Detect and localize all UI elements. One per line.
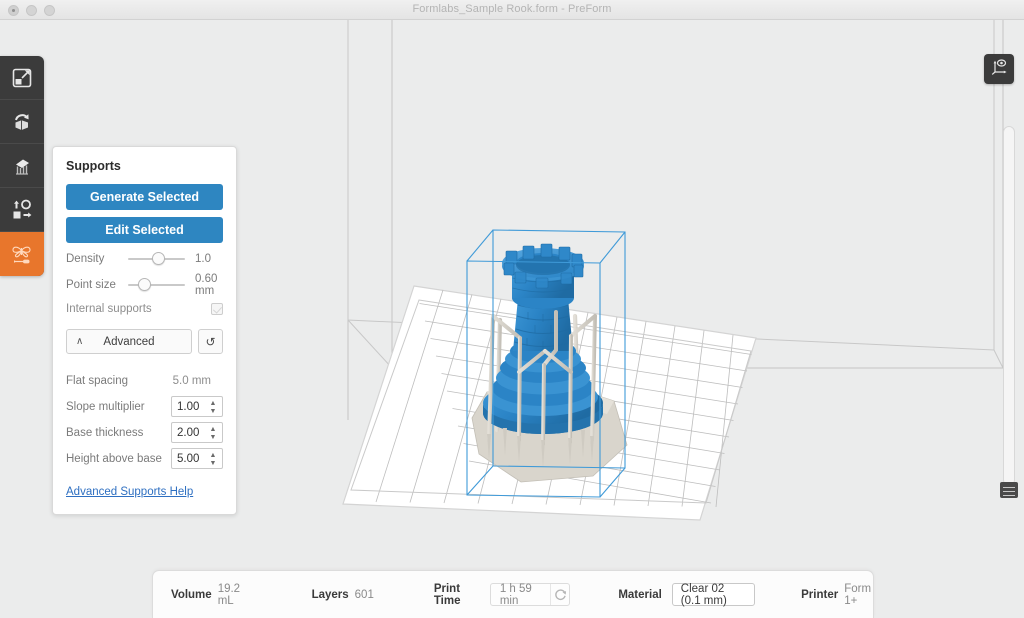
flat-spacing-value: 5.0 mm — [172, 374, 211, 387]
supports-tool-button[interactable] — [0, 144, 44, 188]
height-above-base-value[interactable]: 5.00 — [172, 453, 199, 465]
panel-title: Supports — [66, 159, 121, 173]
slope-multiplier-label: Slope multiplier — [66, 400, 145, 413]
density-row: Density 1.0 — [66, 249, 223, 269]
material-label: Material — [618, 588, 662, 601]
rotate-icon — [11, 111, 33, 133]
layers-item: Layers 601 — [312, 571, 374, 618]
chevron-up-icon[interactable]: ▲ — [208, 400, 218, 407]
layers-label: Layers — [311, 588, 349, 601]
density-slider[interactable] — [128, 252, 185, 266]
height-above-base-arrows[interactable]: ▲ ▼ — [208, 449, 218, 470]
slider-track[interactable] — [1003, 126, 1015, 486]
print-time-field[interactable]: 1 h 59 min — [489, 582, 571, 607]
slider-handle[interactable] — [1000, 482, 1018, 498]
advanced-row: ∧ Advanced ↺ — [66, 329, 223, 354]
height-above-base-stepper[interactable]: 5.00 ▲ ▼ — [171, 448, 223, 469]
advanced-supports-help-link[interactable]: Advanced Supports Help — [66, 486, 193, 498]
internal-supports-row: Internal supports — [66, 303, 223, 315]
flat-spacing-label: Flat spacing — [66, 374, 129, 387]
slope-multiplier-arrows[interactable]: ▲ ▼ — [208, 397, 218, 418]
reset-defaults-button[interactable]: ↺ — [198, 329, 223, 354]
base-thickness-value[interactable]: 2.00 — [172, 427, 199, 439]
chevron-down-icon[interactable]: ▼ — [208, 460, 218, 467]
view-orientation-gizmo[interactable] — [984, 54, 1014, 84]
print-time-item: Print Time 1 h 59 min — [433, 571, 571, 618]
printer-item: Printer Form 1+ — [801, 571, 873, 618]
material-select[interactable]: Clear 02 (0.1 mm) — [671, 582, 756, 607]
material-value: Clear 02 (0.1 mm) — [680, 582, 727, 607]
chevron-up-icon[interactable]: ▲ — [208, 452, 218, 459]
chevron-down-icon[interactable]: ▼ — [208, 408, 218, 415]
model-height-slider[interactable] — [1000, 126, 1018, 498]
left-toolbar — [0, 56, 44, 276]
preform-window: Formlabs_Sample Rook.form - PreForm Supp… — [0, 0, 1024, 618]
flat-spacing-row: Flat spacing 5.0 mm — [66, 368, 223, 393]
base-thickness-arrows[interactable]: ▲ ▼ — [208, 423, 218, 444]
chevron-up-icon[interactable]: ▲ — [208, 426, 218, 433]
volume-value: 19.2 mL — [217, 582, 241, 607]
advanced-toggle-button[interactable]: ∧ Advanced — [66, 329, 192, 354]
layout-icon — [11, 199, 33, 221]
print-time-label: Print Time — [433, 582, 461, 607]
slope-multiplier-stepper[interactable]: 1.00 ▲ ▼ — [171, 396, 223, 417]
volume-label: Volume — [171, 588, 212, 601]
scale-icon — [11, 67, 33, 89]
layout-tool-button[interactable] — [0, 188, 44, 232]
point-size-slider-track — [128, 284, 185, 286]
base-thickness-row: Base thickness 2.00 ▲ ▼ — [66, 420, 223, 445]
scale-tool-button[interactable] — [0, 56, 44, 100]
base-thickness-stepper[interactable]: 2.00 ▲ ▼ — [171, 422, 223, 443]
printer-label: Printer — [801, 588, 839, 601]
status-bar: Volume 19.2 mL Layers 601 Print Time 1 h… — [152, 570, 874, 618]
base-thickness-label: Base thickness — [66, 426, 144, 439]
volume-item: Volume 19.2 mL — [171, 571, 245, 618]
point-size-row: Point size 0.60 mm — [66, 273, 223, 297]
generate-selected-button[interactable]: Generate Selected — [66, 184, 223, 210]
material-item: Material Clear 02 (0.1 mm) — [618, 571, 756, 618]
slope-multiplier-row: Slope multiplier 1.00 ▲ ▼ — [66, 394, 223, 419]
printer-value: Form 1+ — [844, 582, 872, 607]
recalculate-icon[interactable] — [550, 584, 569, 605]
print-time-value: 1 h 59 min — [499, 582, 532, 607]
point-size-slider-handle[interactable] — [137, 278, 151, 291]
supports-panel: Supports Generate Selected Edit Selected… — [52, 146, 237, 515]
height-above-base-row: Height above base 5.00 ▲ ▼ — [66, 446, 223, 471]
orientation-tool-button[interactable] — [0, 100, 44, 144]
point-size-label: Point size — [66, 279, 116, 291]
density-slider-handle[interactable] — [152, 252, 166, 265]
edit-selected-button[interactable]: Edit Selected — [66, 217, 223, 243]
finishing-tool-button[interactable] — [0, 232, 44, 276]
layers-value: 601 — [354, 588, 374, 601]
slope-multiplier-value[interactable]: 1.00 — [172, 401, 199, 413]
density-label: Density — [66, 253, 105, 265]
advanced-fields: Flat spacing 5.0 mm Slope multiplier 1.0… — [66, 368, 223, 471]
density-value: 1.0 — [195, 253, 211, 265]
advanced-label: Advanced — [103, 335, 155, 348]
supports-icon — [11, 155, 33, 177]
axis-eye-icon — [990, 58, 1008, 81]
title-bar: Formlabs_Sample Rook.form - PreForm — [0, 0, 1024, 20]
point-size-slider[interactable] — [128, 278, 185, 292]
internal-supports-label: Internal supports — [66, 303, 152, 315]
butterfly-icon — [10, 242, 34, 266]
chevron-down-icon[interactable]: ▼ — [208, 434, 218, 441]
height-above-base-label: Height above base — [66, 452, 162, 465]
window-title: Formlabs_Sample Rook.form - PreForm — [412, 3, 612, 15]
point-size-value: 0.60 mm — [195, 273, 218, 297]
chevron-up-icon: ∧ — [76, 336, 84, 347]
internal-supports-checkbox[interactable] — [211, 303, 223, 315]
